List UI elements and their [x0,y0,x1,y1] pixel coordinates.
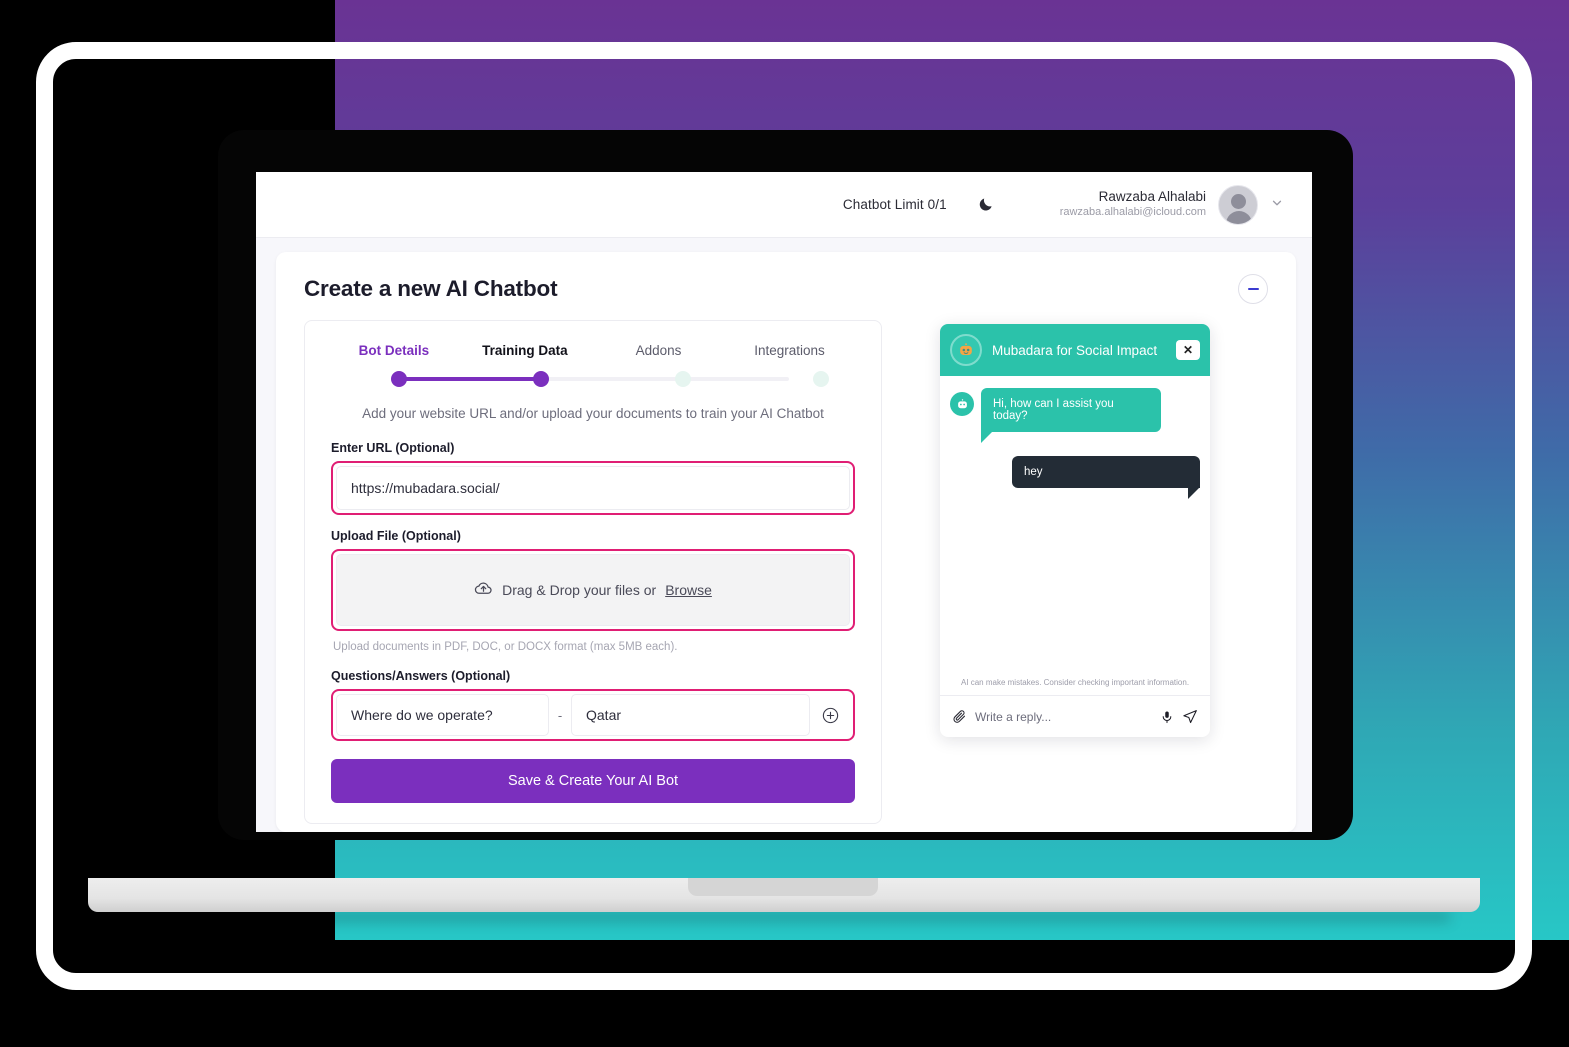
app-topbar: Chatbot Limit 0/1 Rawzaba Alhalabi rawza… [256,172,1312,238]
save-create-bot-button[interactable]: Save & Create Your AI Bot [331,759,855,803]
avatar[interactable] [1218,184,1258,225]
laptop-screen: Chatbot Limit 0/1 Rawzaba Alhalabi rawza… [256,172,1312,832]
user-name: Rawzaba Alhalabi [1098,189,1206,205]
reply-input[interactable]: Write a reply... [975,710,1152,724]
collapse-button[interactable] [1238,274,1268,304]
step-dot-addons[interactable] [675,371,691,387]
paperclip-icon[interactable] [952,709,967,724]
qa-field-highlight: - [331,689,855,741]
page-title: Create a new AI Chatbot [304,276,558,301]
chat-widget-header: Mubadara for Social Impact ✕ [940,324,1210,376]
url-field-highlight [331,461,855,515]
qa-answer-input[interactable] [571,694,810,736]
browse-link[interactable]: Browse [665,582,712,598]
url-field-label: Enter URL (Optional) [331,441,455,455]
stepper-track [331,366,855,392]
step-label-bot-details[interactable]: Bot Details [331,343,457,358]
chat-reply-bar: Write a reply... [940,695,1210,737]
screenshot-stage: Chatbot Limit 0/1 Rawzaba Alhalabi rawza… [0,0,1569,1047]
card-header: Create a new AI Chatbot [276,252,1296,304]
moon-icon[interactable] [977,196,994,213]
user-message-bubble: hey [1012,456,1200,499]
card-inner: Bot Details Training Data Addons Integra… [276,304,1296,824]
user-info: Rawzaba Alhalabi rawzaba.alhalabi@icloud… [1060,189,1206,220]
step-dot-training-data[interactable] [533,371,549,387]
bot-message-bubble: Hi, how can I assist you today? [981,388,1161,443]
upload-field-highlight: Drag & Drop your files or Browse [331,549,855,631]
microphone-icon[interactable] [1160,710,1174,724]
laptop-shadow [120,912,1450,922]
qa-inputs: - [336,694,810,736]
add-qa-button[interactable] [810,706,850,725]
stepper-labels: Bot Details Training Data Addons Integra… [331,343,855,358]
dropzone-text: Drag & Drop your files or [502,582,657,598]
step-label-integrations[interactable]: Integrations [724,343,855,358]
stepper-track-progress [399,377,541,381]
avatar-body-shape [1226,210,1252,224]
chat-widget-title: Mubadara for Social Impact [992,342,1158,358]
chat-preview-column: Mubadara for Social Impact ✕ Hi, how can… [882,320,1268,824]
upload-field-label: Upload File (Optional) [331,529,461,543]
step-dot-integrations[interactable] [813,371,829,387]
training-data-form: Bot Details Training Data Addons Integra… [304,320,882,824]
chat-message-list: Hi, how can I assist you today? hey AI c… [940,376,1210,695]
user-message-row: hey [950,456,1200,499]
cloud-upload-icon [474,579,493,601]
avatar-head-shape [1231,193,1246,209]
url-input[interactable] [336,466,850,510]
qa-row: - [336,694,850,736]
qa-separator: - [557,707,563,723]
step-label-addons[interactable]: Addons [593,343,724,358]
close-icon[interactable]: ✕ [1176,340,1200,360]
step-label-training-data[interactable]: Training Data [457,343,593,358]
send-icon[interactable] [1182,709,1198,725]
qa-question-input[interactable] [336,694,549,736]
content-area: Create a new AI Chatbot Bot Details Trai… [256,238,1312,832]
qa-field-label: Questions/Answers (Optional) [331,669,511,683]
user-menu[interactable]: Rawzaba Alhalabi rawzaba.alhalabi@icloud… [1060,184,1284,225]
bot-message-row: Hi, how can I assist you today? [950,388,1200,443]
upload-hint: Upload documents in PDF, DOC, or DOCX fo… [333,641,678,653]
ai-disclaimer: AI can make mistakes. Consider checking … [960,678,1190,687]
laptop-notch [688,878,878,896]
minus-icon [1247,288,1259,290]
step-description: Add your website URL and/or upload your … [362,406,824,421]
chevron-down-icon[interactable] [1270,196,1284,213]
create-chatbot-card: Create a new AI Chatbot Bot Details Trai… [276,252,1296,832]
step-dot-bot-details[interactable] [391,371,407,387]
robot-avatar-icon [950,334,982,366]
chatbot-limit-label: Chatbot Limit 0/1 [842,197,947,212]
chat-widget: Mubadara for Social Impact ✕ Hi, how can… [940,324,1210,737]
bot-message-avatar-icon [950,392,974,416]
user-email: rawzaba.alhalabi@icloud.com [1059,206,1206,219]
file-dropzone[interactable]: Drag & Drop your files or Browse [336,554,850,626]
